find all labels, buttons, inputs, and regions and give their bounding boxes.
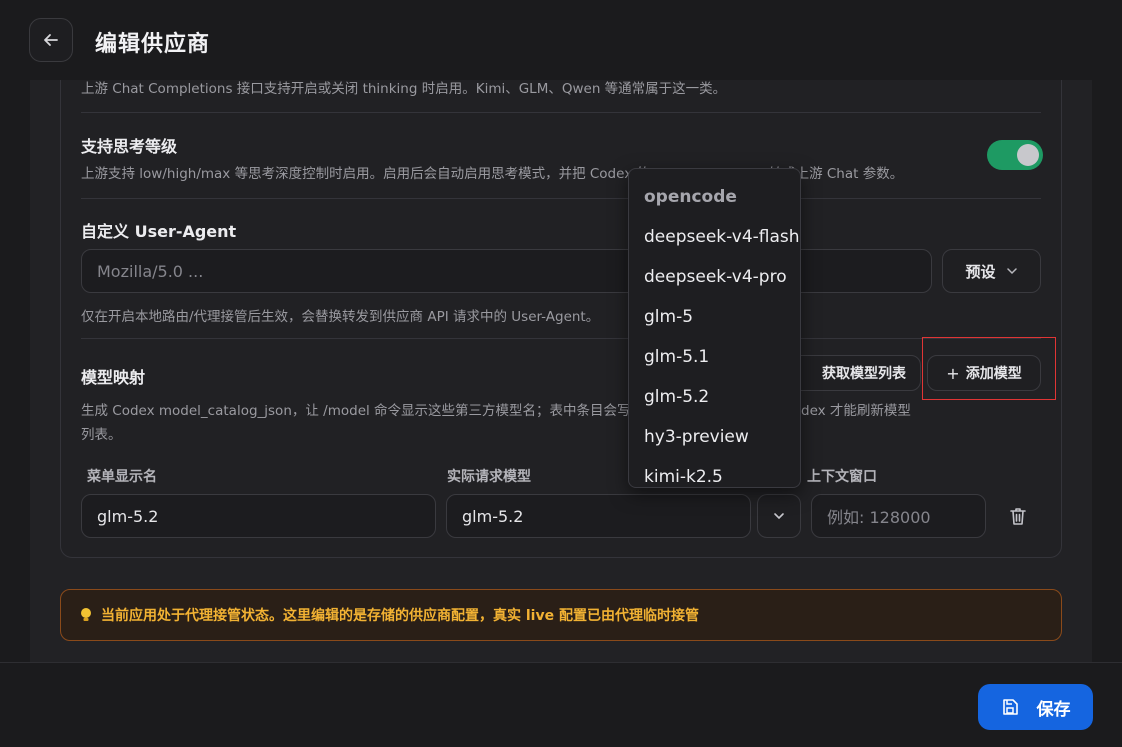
context-window-input[interactable]: 例如: 128000 (811, 494, 986, 538)
header: 编辑供应商 (0, 0, 1122, 80)
settings-card: 上游 Chat Completions 接口支持开启或关闭 thinking 时… (60, 80, 1062, 558)
save-button[interactable]: 保存 (978, 684, 1093, 730)
dropdown-item[interactable]: glm-5 (644, 307, 693, 327)
page-title: 编辑供应商 (95, 32, 211, 57)
save-label: 保存 (1036, 699, 1071, 720)
column-context-window: 上下文窗口 (807, 469, 877, 485)
model-mapping-title: 模型映射 (81, 368, 146, 387)
ua-desc: 仅在开启本地路由/代理接管后生效，会替换转发到供应商 API 请求中的 User… (81, 309, 600, 325)
dropdown-item[interactable]: glm-5.2 (644, 387, 709, 407)
footer: 保存 (0, 662, 1122, 747)
dropdown-item[interactable]: deepseek-v4-flash (644, 227, 800, 247)
dropdown-item[interactable]: glm-5.1 (644, 347, 709, 367)
chevron-down-icon (1006, 268, 1017, 275)
fetch-models-button[interactable]: 获取模型列表 (783, 355, 921, 391)
lightbulb-icon (81, 608, 91, 621)
back-button[interactable] (29, 18, 73, 62)
dropdown-item[interactable]: kimi-k2.5 (644, 467, 723, 487)
dropdown-group-label: opencode (644, 187, 737, 207)
divider (81, 198, 1041, 199)
ua-input[interactable]: Mozilla/5.0 ... (81, 249, 932, 293)
thinking-level-toggle[interactable] (987, 140, 1043, 170)
column-request-model: 实际请求模型 (447, 469, 531, 485)
request-model-dropdown-button[interactable] (757, 494, 801, 538)
ua-preset-button[interactable]: 预设 (942, 249, 1041, 293)
notice-text: 当前应用处于代理接管状态。这里编辑的是存储的供应商配置，真实 live 配置已由… (101, 608, 699, 624)
save-icon (1002, 699, 1018, 715)
display-name-input[interactable]: glm-5.2 (81, 494, 436, 538)
highlight-box (922, 337, 1056, 400)
ua-preset-label: 预设 (965, 262, 996, 281)
divider (81, 338, 1041, 339)
column-display-name: 菜单显示名 (87, 469, 157, 485)
request-model-input[interactable]: glm-5.2 (446, 494, 751, 538)
trash-icon[interactable] (1007, 505, 1029, 527)
ua-title: 自定义 User-Agent (81, 222, 237, 241)
model-dropdown: opencode deepseek-v4-flash deepseek-v4-p… (628, 168, 801, 488)
dropdown-item[interactable]: hy3-preview (644, 427, 749, 447)
model-mapping-desc-2: 列表。 (81, 427, 122, 443)
divider (81, 112, 1041, 113)
thinking-level-title: 支持思考等级 (81, 137, 178, 156)
thinking-toggle-desc: 上游 Chat Completions 接口支持开启或关闭 thinking 时… (81, 81, 727, 97)
chevron-down-icon (774, 513, 784, 520)
dropdown-item[interactable]: deepseek-v4-pro (644, 267, 787, 287)
fetch-models-label: 获取模型列表 (822, 366, 906, 382)
proxy-notice: 当前应用处于代理接管状态。这里编辑的是存储的供应商配置，真实 live 配置已由… (60, 589, 1062, 641)
arrow-left-icon (44, 34, 58, 46)
